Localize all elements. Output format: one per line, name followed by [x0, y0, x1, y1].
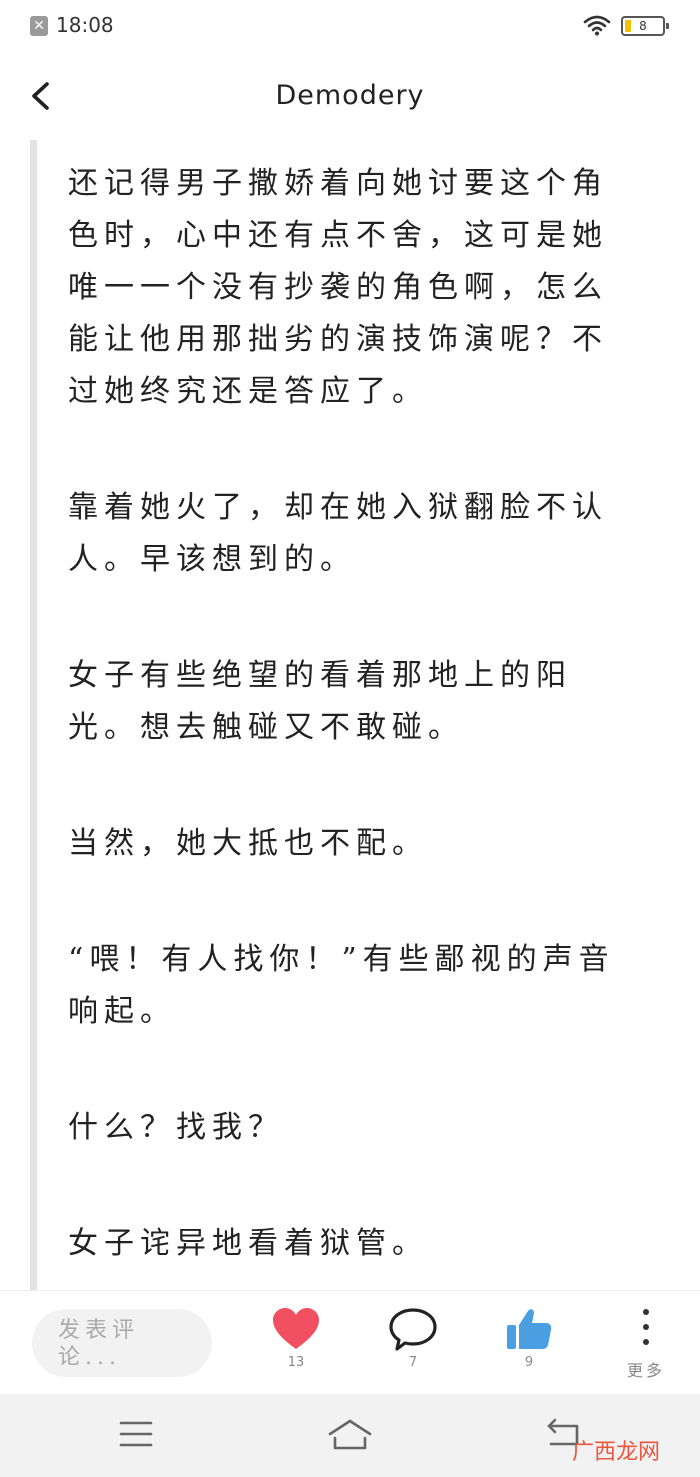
title-bar: Demodery — [0, 54, 700, 140]
watermark-logo: 广西龙网 — [572, 1440, 661, 1465]
comment-input[interactable]: 发表评论... — [32, 1309, 212, 1377]
status-bar: ✕ 18:08 8 — [0, 0, 700, 54]
content-scroll-indicator — [30, 140, 37, 1290]
heart-icon — [273, 1308, 319, 1349]
like-button[interactable]: 13 — [266, 1307, 326, 1370]
thumbs-count: 9 — [524, 1355, 534, 1370]
notification-close-icon: ✕ — [30, 16, 48, 36]
paragraph: 靠着她火了，却在她入狱翻脸不认人。早该想到的。 — [68, 490, 608, 577]
more-button[interactable]: 更多 — [616, 1307, 676, 1381]
thumbs-up-icon — [507, 1309, 552, 1349]
more-vertical-icon — [643, 1307, 649, 1347]
paragraph: 还记得男子撒娇着向她讨要这个角色时，心中还有点不舍，这可是她唯一一个没有抄袭的角… — [68, 166, 608, 409]
page-title: Demodery — [275, 80, 425, 111]
bottom-toolbar: 发表评论... 13 7 9 更多 — [0, 1290, 700, 1394]
comments-button[interactable]: 7 — [383, 1307, 443, 1370]
status-time: 18:08 — [56, 13, 114, 37]
battery-icon: 8 — [621, 16, 669, 36]
paragraph: 当然，她大抵也不配。 — [68, 826, 428, 861]
article-body: 还记得男子撒娇着向她讨要这个角色时，心中还有点不舍，这可是她唯一一个没有抄袭的角… — [68, 158, 643, 1334]
menu-icon[interactable] — [118, 1418, 154, 1450]
speech-bubble-icon — [389, 1308, 437, 1351]
paragraph: 什么？找我？ — [68, 1110, 284, 1145]
thumbs-up-button[interactable]: 9 — [499, 1307, 559, 1370]
wifi-icon — [583, 15, 611, 36]
home-icon[interactable] — [326, 1418, 374, 1452]
paragraph: 女子诧异地看着狱管。 — [68, 1226, 428, 1261]
paragraph: “喂！有人找你！”有些鄙视的声音响起。 — [68, 942, 615, 1029]
comment-count: 7 — [408, 1355, 418, 1370]
paragraph: 女子有些绝望的看着那地上的阳光。想去触碰又不敢碰。 — [68, 658, 572, 745]
comment-placeholder: 发表评论... — [58, 1318, 140, 1370]
battery-level: 8 — [639, 19, 647, 33]
like-count: 13 — [287, 1355, 305, 1370]
more-label: 更多 — [626, 1361, 665, 1380]
